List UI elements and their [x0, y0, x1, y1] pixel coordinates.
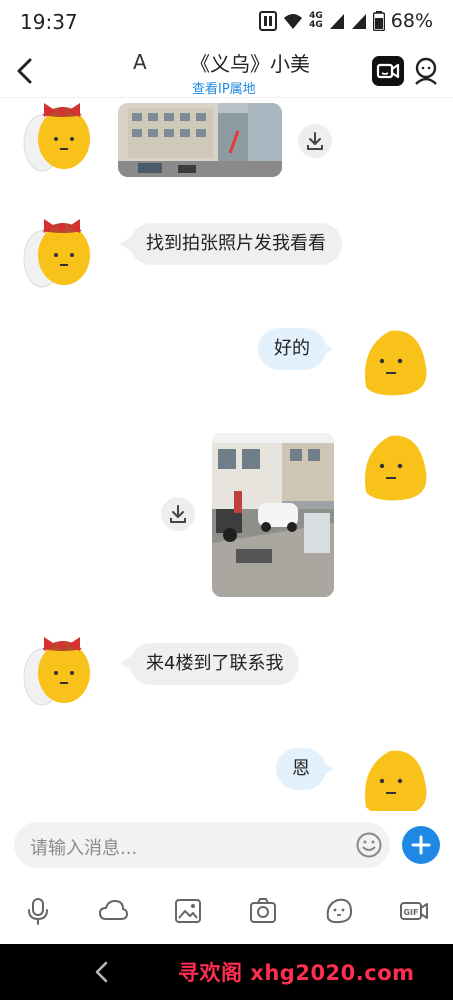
input-placeholder: 请输入消息...	[30, 838, 138, 859]
nav-back-icon[interactable]	[92, 960, 112, 984]
nfc-icon	[259, 11, 278, 31]
message-bubble[interactable]: 找到拍张照片发我看看	[130, 223, 342, 265]
cloud-icon[interactable]	[98, 896, 128, 926]
gif-icon[interactable]: GIF	[399, 896, 429, 926]
wifi-icon	[284, 14, 303, 29]
street-photo	[212, 433, 334, 597]
emoji-icon[interactable]	[355, 831, 383, 859]
video-call-icon	[376, 63, 400, 79]
message-list[interactable]: 找到拍张照片发我看看 好的 来4楼到了联系我 恩	[0, 99, 453, 811]
message-bubble[interactable]: 恩	[276, 748, 326, 790]
my-avatar[interactable]	[360, 432, 432, 510]
mic-icon[interactable]	[23, 896, 53, 926]
system-nav-bar: 寻欢阁 xhg2020.com	[0, 944, 453, 1000]
plus-icon	[411, 835, 431, 855]
message-image[interactable]	[118, 103, 282, 177]
message-bubble[interactable]: 来4楼到了联系我	[130, 643, 300, 685]
status-time: 19:37	[20, 10, 78, 34]
chat-header: A 《义乌》小美 查看IP属地	[0, 44, 453, 98]
my-avatar[interactable]	[360, 327, 432, 405]
download-button[interactable]	[298, 124, 332, 158]
image-icon[interactable]	[173, 896, 203, 926]
profile-icon[interactable]	[412, 56, 440, 86]
bubble-tail	[322, 342, 333, 356]
bubble-tail	[322, 762, 333, 776]
message-image[interactable]	[212, 433, 334, 597]
gif-label: GIF	[403, 908, 418, 917]
status-icons: 4G 4G 68%	[259, 10, 433, 32]
video-call-button[interactable]	[372, 56, 404, 86]
sticker-icon[interactable]	[324, 896, 354, 926]
contact-name[interactable]: 《义乌》小美	[190, 48, 310, 77]
contact-avatar[interactable]	[20, 629, 92, 707]
download-icon	[170, 505, 186, 523]
battery-icon	[372, 11, 385, 31]
signal-icon	[329, 14, 344, 29]
composer-toolbar: GIF	[0, 886, 453, 936]
ip-location-link[interactable]: 查看IP属地	[192, 78, 256, 97]
download-button[interactable]	[161, 497, 195, 531]
watermark: 寻欢阁 xhg2020.com	[178, 961, 415, 985]
camera-icon[interactable]	[248, 896, 278, 926]
status-bar: 19:37 4G 4G 68%	[0, 0, 453, 44]
header-prefix: A	[133, 50, 147, 74]
battery-percent: 68%	[390, 10, 433, 32]
network-type: 4G 4G	[309, 11, 323, 30]
contact-avatar[interactable]	[20, 211, 92, 289]
message-input[interactable]: 请输入消息...	[14, 822, 390, 868]
composer: 请输入消息...	[0, 818, 453, 874]
street-photo	[118, 103, 282, 177]
message-bubble[interactable]: 好的	[258, 328, 326, 370]
my-avatar[interactable]	[360, 747, 432, 811]
back-icon[interactable]	[12, 56, 38, 86]
download-icon	[307, 132, 323, 150]
contact-avatar[interactable]	[20, 99, 92, 173]
more-actions-button[interactable]	[402, 826, 440, 864]
signal-icon-2	[351, 14, 366, 29]
